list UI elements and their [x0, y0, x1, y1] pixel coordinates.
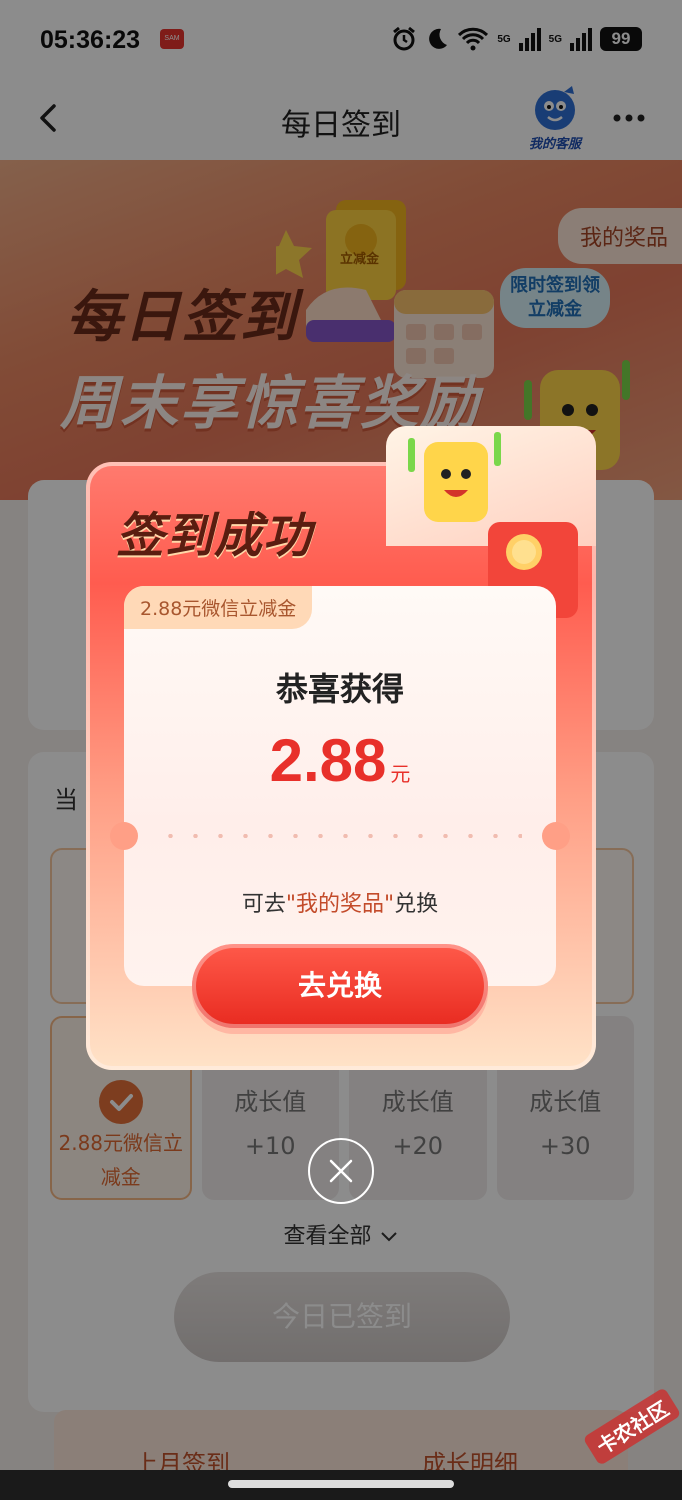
amount-value: 2.88 [269, 727, 387, 794]
amount-line: 2.88 元 [124, 726, 556, 795]
home-indicator[interactable] [228, 1480, 454, 1488]
coupon-divider [158, 834, 522, 838]
hint-highlight: "我的奖品" [285, 892, 395, 917]
coupon-card: 2.88元微信立减金 恭喜获得 2.88 元 可去"我的奖品"兑换 [110, 586, 570, 986]
sign-success-modal: 签到成功 2.88元微信立减金 恭喜获得 2.88 元 可去"我的奖品"兑换 去兑… [86, 426, 596, 1070]
amount-unit: 元 [390, 762, 411, 786]
close-modal-button[interactable] [308, 1138, 374, 1204]
redeem-button[interactable]: 去兑换 [192, 944, 488, 1028]
exchange-hint: 可去"我的奖品"兑换 [124, 886, 556, 918]
coupon-tag: 2.88元微信立减金 [124, 586, 313, 629]
hint-suffix: 兑换 [394, 892, 439, 917]
congrats-text: 恭喜获得 [275, 670, 404, 708]
coupon-notch-left [110, 822, 138, 850]
coupon-notch-right [542, 822, 570, 850]
hint-prefix: 可去 [241, 892, 286, 917]
home-indicator-area [0, 1470, 682, 1500]
close-icon [329, 1159, 353, 1183]
sign-success-title: 签到成功 [116, 508, 313, 564]
